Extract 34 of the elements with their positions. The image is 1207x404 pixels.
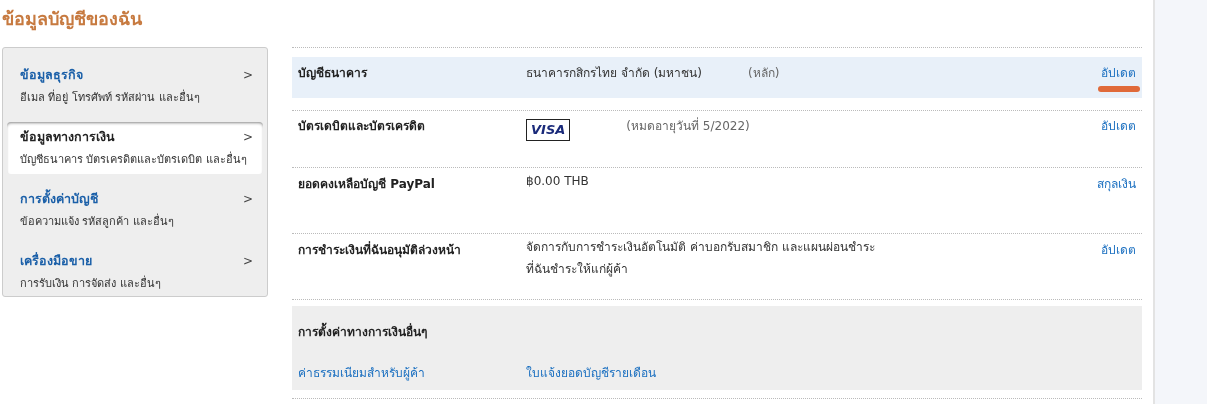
settings-link[interactable]: ใบแจ้งยอดบัญชีรายเดือน	[526, 363, 754, 382]
sidebar-item-title: ข้อมูลทางการเงิน	[20, 128, 115, 147]
row-label: บัตรเดบิตและบัตรเครดิต	[298, 118, 426, 135]
section-heading: การตั้งค่าทางการเงินอื่นๆ	[298, 322, 1136, 341]
bank-name: ธนาคารกสิกรไทย จำกัด (มหาชน)	[526, 65, 702, 82]
row-label: บัญชีธนาคาร	[298, 65, 369, 82]
sidebar-item[interactable]: ข้อมูลธุรกิจ > อีเมล ที่อยู่ โทรศัพท์ รหัสผ่าน และอื่นๆ	[7, 60, 263, 112]
row-action-link[interactable]: สกุลเงิน	[1097, 174, 1136, 193]
chevron-icon: >	[242, 68, 253, 82]
card-logo: VISA	[526, 119, 571, 141]
settings-link[interactable]: ค่าธรรมเนียมสำหรับผู้ค้า	[298, 363, 526, 382]
sidebar-item-subtitle: ข้อความแจ้ง รหัสลูกค้า และอื่นๆ	[20, 212, 175, 230]
sidebar-item-title: เครื่องมือขาย	[20, 251, 92, 270]
chevron-icon: >	[242, 192, 253, 206]
row-value: ฿0.00 THB	[526, 173, 589, 190]
page-title: ข้อมูลบัญชีของฉัน	[1, 7, 143, 33]
sidebar-item-subtitle: การรับเงิน การจัดส่ง และอื่นๆ	[20, 274, 162, 292]
row-label: การชำระเงินที่ฉันอนุมัติล่วงหน้า	[298, 240, 462, 260]
row-action-link[interactable]: อัปเดต	[1101, 63, 1136, 82]
row-label: ยอดคงเหลือบัญชี PayPal	[298, 176, 436, 193]
chevron-icon: >	[242, 254, 253, 268]
sidebar-item-title: การตั้งค่าบัญชี	[20, 189, 98, 208]
row-action-link[interactable]: อัปเดต	[1101, 240, 1136, 259]
sidebar-item[interactable]: เครื่องมือขาย > การรับเงิน การจัดส่ง และอื่นๆ	[7, 246, 263, 298]
sidebar-item-subtitle: อีเมล ที่อยู่ โทรศัพท์ รหัสผ่าน และอื่นๆ	[20, 88, 201, 106]
expiry-note: (หมดอายุวันที่ 5/2022)	[626, 116, 750, 135]
sidebar-item-subtitle: บัญชีธนาคาร บัตรเครดิตและบัตรเดบิต และอื่นๆ	[20, 150, 248, 168]
row-value: จัดการกับการชำระเงินอัตโนมัติ ค่าบอกรับสมาชิก และแผนผ่อนชำระ ที่ฉันชำระให้แก่ผู้ค้า	[526, 239, 875, 279]
primary-note: (หลัก)	[748, 65, 780, 82]
chevron-icon: >	[242, 130, 253, 144]
sidebar-item[interactable]: การตั้งค่าบัญชี > ข้อความแจ้ง รหัสลูกค้า และอื่นๆ	[7, 184, 263, 236]
sidebar-item-title: ข้อมูลธุรกิจ	[20, 66, 83, 85]
sidebar-item[interactable]: ข้อมูลทางการเงิน > บัญชีธนาคาร บัตรเครดิตและบัตรเดบิต และอื่นๆ	[7, 122, 263, 174]
row-action-link[interactable]: อัปเดต	[1101, 116, 1136, 135]
